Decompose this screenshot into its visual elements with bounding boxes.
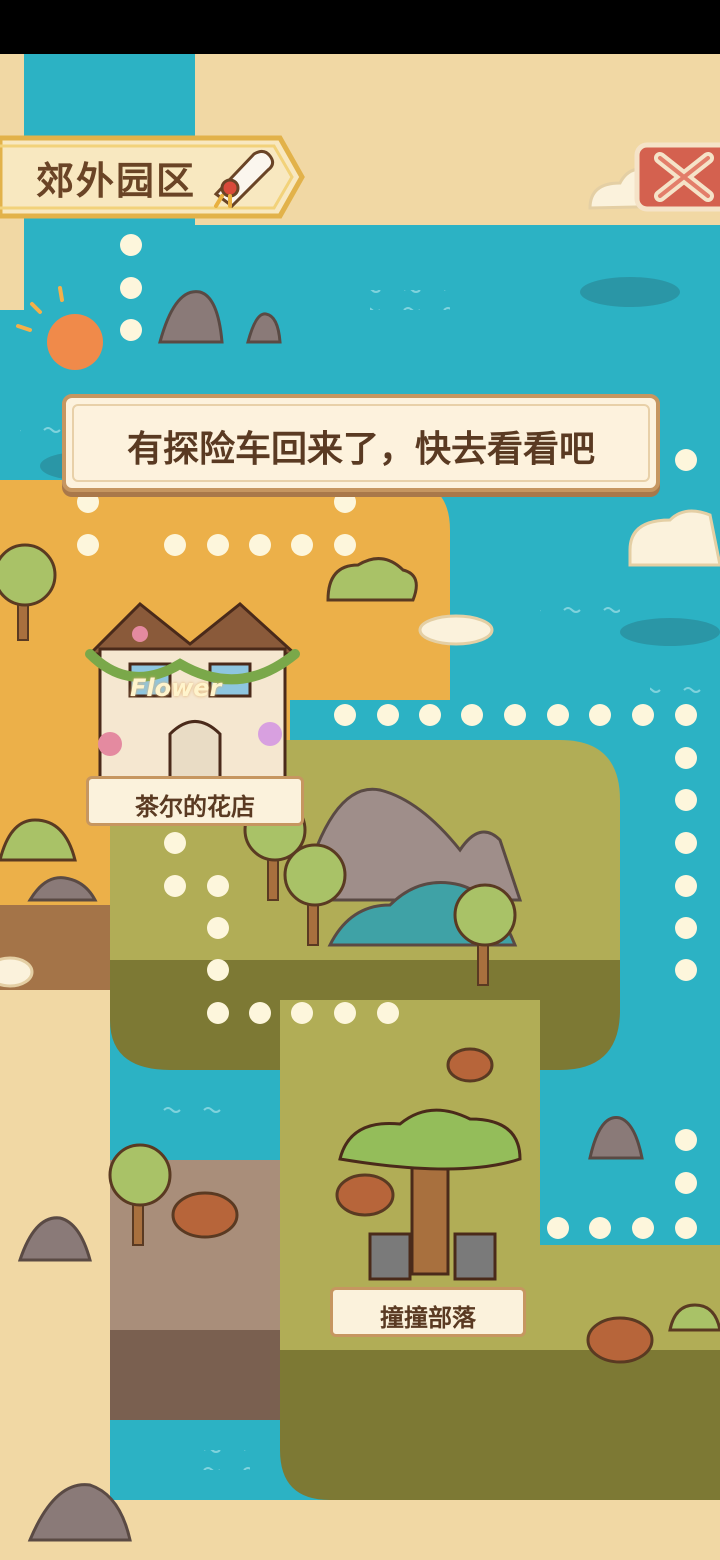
close-x-icon (634, 142, 720, 212)
notice-text: 有探险车回来了，快去看看吧 (126, 429, 595, 470)
scroll-icon[interactable] (208, 146, 278, 208)
area-title: 郊外园区 (36, 159, 197, 203)
place-label-tribe: 撞撞部落 (380, 1304, 476, 1332)
world-map[interactable]: Flower 茶尔的花店 撞撞部落 有探险车回来了，快去看看吧 郊外园区 (0, 54, 720, 1560)
tribe-tree-icon (338, 1108, 522, 1281)
close-button[interactable] (634, 142, 720, 212)
place-label-flower-shop: 茶尔的花店 (135, 793, 255, 821)
place-label-flower-shop-banner[interactable]: 茶尔的花店 (86, 776, 304, 826)
flower-sign: Flower (130, 674, 222, 702)
status-bar (0, 0, 720, 54)
tribe-tree[interactable] (330, 1104, 530, 1284)
place-label-tribe-banner[interactable]: 撞撞部落 (330, 1287, 526, 1337)
game-screen: Flower 茶尔的花店 撞撞部落 有探险车回来了，快去看看吧 郊外园区 (0, 0, 720, 1560)
notice-banner[interactable]: 有探险车回来了，快去看看吧 (62, 394, 660, 492)
